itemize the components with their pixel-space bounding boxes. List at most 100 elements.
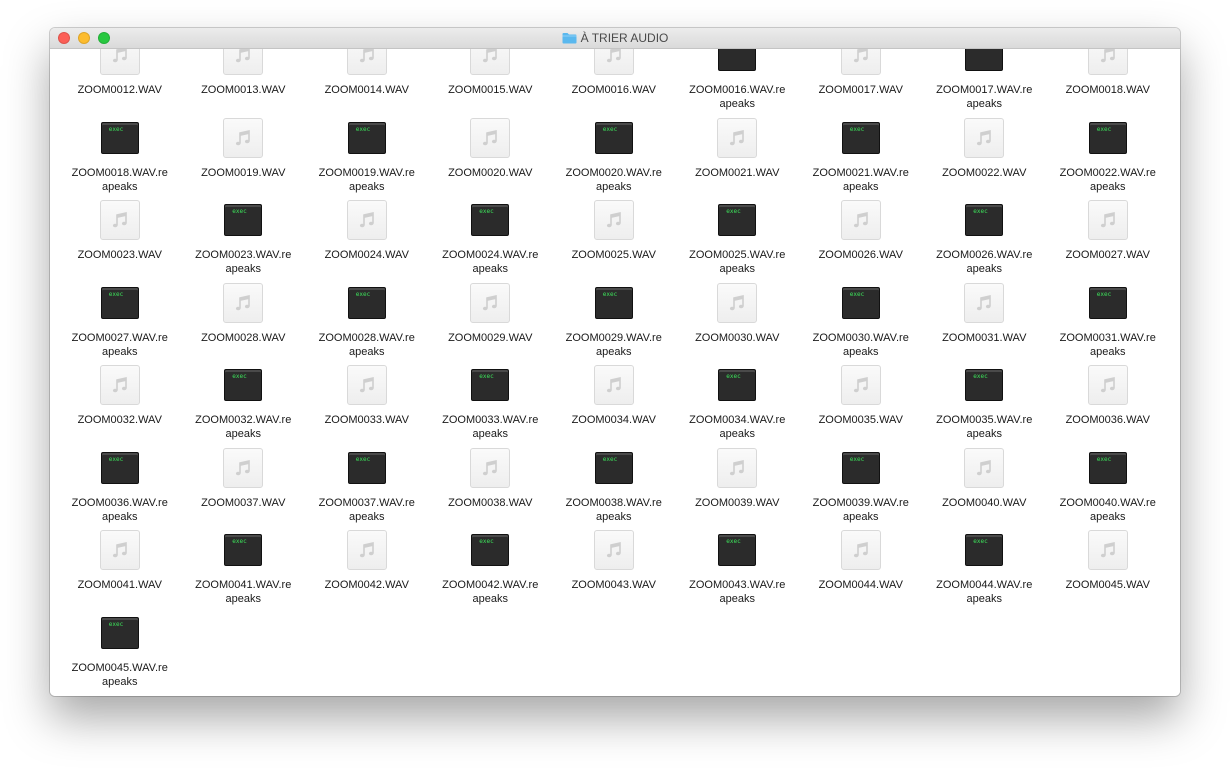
file-icon-slot[interactable] xyxy=(468,281,512,325)
file-name-label[interactable]: ZOOM0018.WAV.reapeaks xyxy=(70,166,170,194)
file-name-label[interactable]: ZOOM0036.WAV xyxy=(1058,413,1158,427)
file-icon-slot[interactable] xyxy=(1086,49,1130,77)
file-name-label[interactable]: ZOOM0033.WAV xyxy=(317,413,417,427)
file-icon-slot[interactable] xyxy=(715,446,759,490)
file-item[interactable]: exec ZOOM0019.WAV.reapeaks xyxy=(305,114,429,197)
file-icon-slot[interactable] xyxy=(962,281,1006,325)
file-icon-slot[interactable] xyxy=(98,528,142,572)
file-icon-slot[interactable]: exec xyxy=(592,281,636,325)
file-icon-slot[interactable] xyxy=(839,49,883,77)
file-icon-slot[interactable] xyxy=(98,49,142,77)
file-name-label[interactable]: ZOOM0038.WAV.reapeaks xyxy=(564,496,664,524)
file-item[interactable]: ZOOM0021.WAV xyxy=(676,114,800,197)
file-item[interactable]: ZOOM0035.WAV xyxy=(799,361,923,444)
file-icon-slot[interactable] xyxy=(345,528,389,572)
file-item[interactable]: exec ZOOM0023.WAV.reapeaks xyxy=(182,196,306,279)
file-item[interactable]: exec ZOOM0031.WAV.reapeaks xyxy=(1046,279,1170,362)
file-item[interactable]: ZOOM0043.WAV xyxy=(552,526,676,609)
file-item[interactable]: ZOOM0027.WAV xyxy=(1046,196,1170,279)
file-icon-slot[interactable] xyxy=(98,198,142,242)
file-name-label[interactable]: ZOOM0016.WAV xyxy=(564,83,664,97)
file-name-label[interactable]: ZOOM0039.WAV.reapeaks xyxy=(811,496,911,524)
file-item[interactable]: ZOOM0022.WAV xyxy=(923,114,1047,197)
file-name-label[interactable]: ZOOM0034.WAV xyxy=(564,413,664,427)
file-item[interactable]: ZOOM0041.WAV xyxy=(58,526,182,609)
file-name-label[interactable]: ZOOM0030.WAV.reapeaks xyxy=(811,331,911,359)
file-item[interactable]: ZOOM0014.WAV xyxy=(305,49,429,114)
file-icon-slot[interactable]: exec xyxy=(98,446,142,490)
file-icon-slot[interactable]: exec xyxy=(345,116,389,160)
file-name-label[interactable]: ZOOM0023.WAV.reapeaks xyxy=(193,248,293,276)
file-icon-slot[interactable]: exec xyxy=(962,528,1006,572)
file-name-label[interactable]: ZOOM0017.WAV.reapeaks xyxy=(934,83,1034,111)
file-name-label[interactable]: ZOOM0025.WAV.reapeaks xyxy=(687,248,787,276)
file-icon-slot[interactable] xyxy=(468,49,512,77)
file-name-label[interactable]: ZOOM0024.WAV.reapeaks xyxy=(440,248,540,276)
file-name-label[interactable]: ZOOM0028.WAV xyxy=(193,331,293,345)
file-icon-slot[interactable] xyxy=(221,116,265,160)
file-icon-slot[interactable]: exec xyxy=(468,363,512,407)
file-item[interactable]: exec ZOOM0032.WAV.reapeaks xyxy=(182,361,306,444)
file-icon-slot[interactable] xyxy=(839,363,883,407)
file-name-label[interactable]: ZOOM0044.WAV.reapeaks xyxy=(934,578,1034,606)
file-icon-slot[interactable]: exec xyxy=(839,116,883,160)
file-name-label[interactable]: ZOOM0020.WAV xyxy=(440,166,540,180)
file-name-label[interactable]: ZOOM0041.WAV xyxy=(70,578,170,592)
file-item[interactable]: ZOOM0032.WAV xyxy=(58,361,182,444)
file-icon-slot[interactable]: exec xyxy=(468,198,512,242)
file-item[interactable]: exec ZOOM0045.WAV.reapeaks xyxy=(58,609,182,692)
file-name-label[interactable]: ZOOM0021.WAV.reapeaks xyxy=(811,166,911,194)
file-icon-slot[interactable] xyxy=(962,446,1006,490)
file-item[interactable]: ZOOM0034.WAV xyxy=(552,361,676,444)
file-icon-slot[interactable]: exec xyxy=(221,198,265,242)
file-icon-slot[interactable]: exec xyxy=(1086,281,1130,325)
file-item[interactable]: ZOOM0042.WAV xyxy=(305,526,429,609)
file-item[interactable]: exec ZOOM0041.WAV.reapeaks xyxy=(182,526,306,609)
file-item[interactable]: exec ZOOM0036.WAV.reapeaks xyxy=(58,444,182,527)
file-item[interactable]: ZOOM0031.WAV xyxy=(923,279,1047,362)
file-name-label[interactable]: ZOOM0035.WAV xyxy=(811,413,911,427)
file-icon-slot[interactable]: exec xyxy=(468,528,512,572)
file-icon-slot[interactable] xyxy=(1086,528,1130,572)
file-icon-slot[interactable] xyxy=(345,363,389,407)
file-name-label[interactable]: ZOOM0035.WAV.reapeaks xyxy=(934,413,1034,441)
file-name-label[interactable]: ZOOM0045.WAV xyxy=(1058,578,1158,592)
file-item[interactable]: ZOOM0036.WAV xyxy=(1046,361,1170,444)
file-item[interactable]: ZOOM0026.WAV xyxy=(799,196,923,279)
file-name-label[interactable]: ZOOM0016.WAV.reapeaks xyxy=(687,83,787,111)
file-item[interactable]: exec ZOOM0030.WAV.reapeaks xyxy=(799,279,923,362)
file-icon-slot[interactable] xyxy=(221,281,265,325)
file-name-label[interactable]: ZOOM0029.WAV.reapeaks xyxy=(564,331,664,359)
file-name-label[interactable]: ZOOM0031.WAV.reapeaks xyxy=(1058,331,1158,359)
file-item[interactable]: ZOOM0038.WAV xyxy=(429,444,553,527)
file-name-label[interactable]: ZOOM0023.WAV xyxy=(70,248,170,262)
file-item[interactable]: ZOOM0037.WAV xyxy=(182,444,306,527)
file-name-label[interactable]: ZOOM0018.WAV xyxy=(1058,83,1158,97)
file-item[interactable]: ZOOM0029.WAV xyxy=(429,279,553,362)
file-name-label[interactable]: ZOOM0040.WAV xyxy=(934,496,1034,510)
file-item[interactable]: exec ZOOM0025.WAV.reapeaks xyxy=(676,196,800,279)
file-icon-slot[interactable] xyxy=(221,446,265,490)
file-icon-slot[interactable] xyxy=(715,281,759,325)
file-item[interactable]: ZOOM0020.WAV xyxy=(429,114,553,197)
file-name-label[interactable]: ZOOM0020.WAV.reapeaks xyxy=(564,166,664,194)
file-icon-slot[interactable]: exec xyxy=(592,116,636,160)
file-item[interactable]: exec ZOOM0021.WAV.reapeaks xyxy=(799,114,923,197)
file-item[interactable]: exec ZOOM0037.WAV.reapeaks xyxy=(305,444,429,527)
file-name-label[interactable]: ZOOM0043.WAV.reapeaks xyxy=(687,578,787,606)
file-icon-slot[interactable]: exec xyxy=(1086,116,1130,160)
file-name-label[interactable]: ZOOM0027.WAV.reapeaks xyxy=(70,331,170,359)
file-item[interactable]: ZOOM0030.WAV xyxy=(676,279,800,362)
file-item[interactable]: exec ZOOM0039.WAV.reapeaks xyxy=(799,444,923,527)
file-item[interactable]: exec ZOOM0017.WAV.reapeaks xyxy=(923,49,1047,114)
file-name-label[interactable]: ZOOM0037.WAV xyxy=(193,496,293,510)
file-item[interactable]: exec ZOOM0026.WAV.reapeaks xyxy=(923,196,1047,279)
title-bar[interactable]: À TRIER AUDIO xyxy=(50,28,1180,49)
file-item[interactable]: ZOOM0033.WAV xyxy=(305,361,429,444)
file-icon-slot[interactable]: exec xyxy=(715,198,759,242)
file-name-label[interactable]: ZOOM0030.WAV xyxy=(687,331,787,345)
file-item[interactable]: ZOOM0012.WAV xyxy=(58,49,182,114)
file-item[interactable]: ZOOM0045.WAV xyxy=(1046,526,1170,609)
file-icon-slot[interactable]: exec xyxy=(345,281,389,325)
file-name-label[interactable]: ZOOM0042.WAV xyxy=(317,578,417,592)
